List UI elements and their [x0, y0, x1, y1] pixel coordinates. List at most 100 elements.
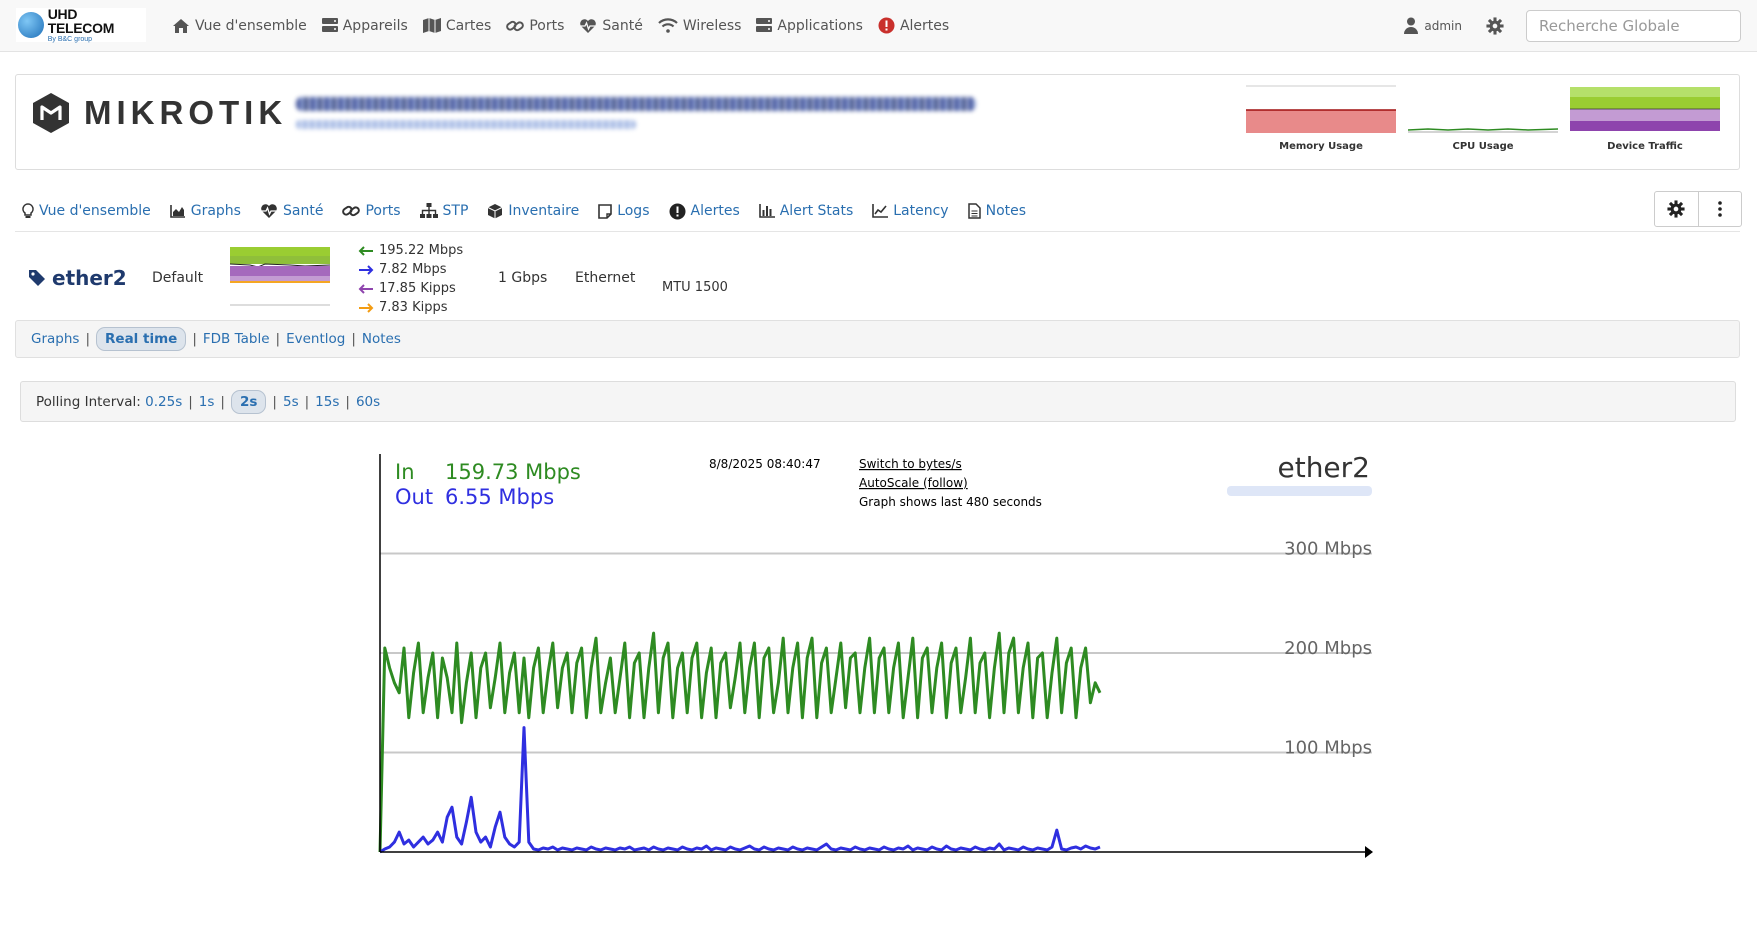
global-search-input[interactable]: [1526, 9, 1741, 42]
redacted-hostname: [296, 97, 976, 111]
port-name[interactable]: ether2: [28, 266, 127, 290]
subnav-notes[interactable]: Notes: [967, 203, 1027, 219]
separator: |: [188, 393, 193, 410]
nav-item-devices[interactable]: Appareils: [321, 17, 408, 34]
sitemap-icon: [419, 203, 438, 218]
subnav-label: Ports: [365, 203, 401, 219]
memory-usage-graph[interactable]: Memory Usage: [1246, 85, 1396, 152]
y-tick-label: 100 Mbps: [1284, 738, 1372, 759]
x-axis-arrow: [1365, 846, 1373, 858]
port-rates: 195.22 Mbps 7.82 Mbps 17.85 Kipps 7.83 K…: [358, 241, 463, 317]
subnav-latency[interactable]: Latency: [872, 203, 949, 219]
polling-interval-bar: Polling Interval: 0.25s | 1s | 2s | 5s |…: [20, 381, 1736, 422]
subnav-alert-stats[interactable]: Alert Stats: [758, 203, 854, 219]
arrow-left-icon: [358, 245, 373, 256]
device-settings-button[interactable]: [1655, 192, 1699, 226]
rate-out-pps-value: 7.83 Kipps: [379, 300, 448, 315]
legend-out-value: 6.55 Mbps: [445, 485, 554, 509]
subnav-logs[interactable]: Logs: [598, 203, 650, 219]
nav-item-label: Appareils: [342, 17, 408, 34]
legend-in-value: 159.73 Mbps: [445, 460, 581, 484]
switch-bytes-link[interactable]: Switch to bytes/s: [859, 457, 962, 471]
nav-item-maps[interactable]: Cartes: [422, 18, 491, 34]
cpu-usage-label: CPU Usage: [1452, 141, 1514, 152]
nav-item-health[interactable]: Santé: [579, 17, 643, 34]
memory-usage-chart: [1246, 85, 1396, 133]
file-icon: [967, 203, 981, 219]
nav-item-overview[interactable]: Vue d'ensemble: [172, 18, 307, 34]
more-options-button[interactable]: [1699, 192, 1742, 226]
subnav-label: Vue d'ensemble: [39, 203, 151, 219]
port-traffic-thumbnail[interactable]: [230, 245, 330, 307]
separator: |: [304, 393, 310, 410]
nav-item-ports[interactable]: Ports: [506, 18, 564, 34]
series-line-out: [379, 726, 1101, 854]
tab-real-time[interactable]: Real time: [96, 327, 187, 351]
subnav-graphs[interactable]: Graphs: [169, 203, 241, 219]
polling-option-15s[interactable]: 15s: [315, 394, 339, 410]
rate-out-bps: 7.82 Mbps: [358, 260, 463, 279]
settings-button[interactable]: [1486, 16, 1504, 35]
polling-option-1s[interactable]: 1s: [199, 394, 215, 410]
nav-item-alerts[interactable]: Alertes: [878, 17, 949, 34]
subnav-ports[interactable]: Ports: [342, 203, 401, 219]
polling-option-60s[interactable]: 60s: [356, 394, 380, 410]
tab-fdb-table[interactable]: FDB Table: [203, 331, 270, 347]
polling-option-5s[interactable]: 5s: [283, 394, 299, 410]
graph-range-text: Graph shows last 480 seconds: [859, 495, 1042, 509]
lightbulb-icon: [22, 203, 34, 218]
device-actions: [1654, 191, 1742, 227]
subnav-label: Alert Stats: [779, 203, 854, 219]
device-header-panel: MIKROTIK Memory Usage CPU Usage Device T…: [15, 74, 1740, 170]
tab-notes[interactable]: Notes: [362, 331, 401, 347]
polling-option-2s[interactable]: 2s: [230, 389, 267, 414]
nav-item-label: Vue d'ensemble: [195, 17, 307, 34]
subnav-label: Notes: [985, 203, 1027, 219]
subnav-label: Latency: [893, 203, 949, 219]
user-menu[interactable]: admin: [1404, 17, 1462, 34]
mikrotik-mark-icon: [33, 93, 69, 133]
port-speed: 1 Gbps: [498, 270, 548, 286]
rate-out-pps: 7.83 Kipps: [358, 298, 463, 317]
bar-chart-icon: [758, 204, 775, 218]
autoscale-link[interactable]: AutoScale (follow): [859, 476, 968, 490]
subnav-health[interactable]: Santé: [260, 203, 323, 219]
subnav-overview[interactable]: Vue d'ensemble: [22, 203, 151, 219]
subnav-alerts[interactable]: Alertes: [669, 203, 740, 220]
area-chart-icon: [169, 205, 185, 218]
arrow-right-icon: [359, 302, 374, 313]
server-icon: [321, 18, 338, 32]
subnav-inventory[interactable]: Inventaire: [487, 203, 579, 219]
port-vlan: Default: [152, 270, 204, 286]
brand-subtitle: By B&C group: [47, 36, 93, 43]
separator: |: [192, 331, 197, 347]
brand-logo[interactable]: UHD TELECOM By B&C group: [16, 6, 146, 43]
memory-usage-label: Memory Usage: [1279, 141, 1363, 152]
link-icon: [342, 205, 361, 217]
username: admin: [1424, 18, 1462, 33]
separator: |: [272, 393, 277, 410]
nav-item-label: Ports: [529, 17, 565, 34]
cpu-usage-graph[interactable]: CPU Usage: [1407, 85, 1559, 152]
nav-item-wireless[interactable]: Wireless: [658, 18, 741, 34]
alert-icon: [669, 203, 685, 219]
polling-option-0-25s[interactable]: 0.25s: [145, 394, 182, 410]
subnav-label: Graphs: [190, 203, 241, 219]
rate-in-pps-value: 17.85 Kipps: [379, 281, 456, 296]
device-traffic-graph[interactable]: Device Traffic: [1570, 85, 1720, 152]
brand-name: UHD TELECOM: [47, 6, 115, 36]
subnav-stp[interactable]: STP: [419, 203, 468, 219]
server-icon: [756, 18, 773, 32]
tab-eventlog[interactable]: Eventlog: [286, 331, 345, 347]
legend-in-label: In: [395, 460, 415, 484]
tab-graphs[interactable]: Graphs: [31, 331, 79, 347]
realtime-traffic-graph: 100 Mbps200 Mbps300 Mbps In 159.73 Mbps …: [378, 451, 1373, 858]
link-icon: [506, 20, 525, 31]
nav-item-label: Santé: [602, 17, 643, 34]
wifi-icon: [658, 18, 678, 33]
nav-item-applications[interactable]: Applications: [756, 18, 863, 34]
nav-item-label: Alertes: [899, 17, 950, 34]
port-mtu: MTU 1500: [662, 280, 728, 295]
port-type: Ethernet: [575, 270, 636, 286]
arrow-left-icon: [358, 283, 373, 294]
